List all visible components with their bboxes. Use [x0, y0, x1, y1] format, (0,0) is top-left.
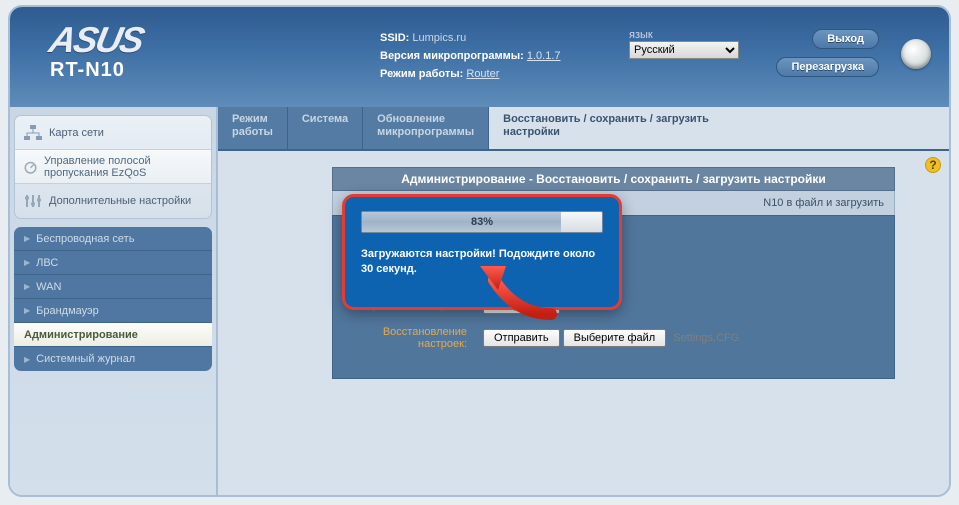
sidebar-item-advanced[interactable]: Дополнительные настройки [15, 184, 211, 218]
language-select[interactable]: Русский [629, 41, 739, 59]
gauge-icon [23, 158, 38, 176]
brand-logo: ASUS [46, 19, 147, 61]
nav-lan[interactable]: ▶ЛВС [14, 251, 212, 275]
fw-version-link[interactable]: 1.0.1.7 [527, 50, 561, 62]
progress-dialog: 83% Загружаются настройки! Подождите око… [342, 194, 622, 310]
choose-file-button[interactable]: Выберите файл [563, 329, 667, 347]
nav-label: Администрирование [24, 329, 138, 341]
nav-label: Беспроводная сеть [36, 233, 134, 245]
assistant-icon[interactable] [901, 39, 931, 69]
tab-firmware-upgrade[interactable]: Обновление микропрограммы [363, 107, 489, 149]
nav-administration[interactable]: ▶Администрирование [14, 323, 212, 347]
nav-wan[interactable]: ▶WAN [14, 275, 212, 299]
sidebar-item-label: Карта сети [49, 127, 104, 139]
nav-label: ЛВС [36, 257, 58, 269]
submit-button[interactable]: Отправить [483, 329, 560, 347]
nav-syslog[interactable]: ▶Системный журнал [14, 347, 212, 371]
progress-message: Загружаются настройки! Подождите около 3… [361, 247, 603, 277]
nav-firewall[interactable]: ▶Брандмауэр [14, 299, 212, 323]
sidebar-item-label: Управление полосой пропускания EzQoS [44, 155, 203, 179]
model-name: RT-N10 [50, 59, 380, 82]
mode-label: Режим работы: [380, 68, 463, 80]
restore-settings-label: Восстановление настроек: [333, 326, 483, 350]
tab-operation-mode[interactable]: Режим работы [218, 107, 288, 149]
lang-label: язык [629, 29, 949, 41]
sidebar-item-ezqos[interactable]: Управление полосой пропускания EzQoS [15, 150, 211, 184]
tab-restore-save-upload[interactable]: Восстановить / сохранить / загрузить нас… [489, 107, 949, 149]
nav-label: WAN [36, 281, 61, 293]
reboot-button[interactable]: Перезагрузка [776, 57, 879, 77]
progress-percent: 83% [362, 212, 602, 232]
panel-title: Администрирование - Восстановить / сохра… [332, 167, 895, 191]
ssid-label: SSID: [380, 32, 409, 44]
sidebar-item-network-map[interactable]: Карта сети [15, 116, 211, 150]
sliders-icon [23, 192, 43, 210]
fw-label: Версия микропрограммы: [380, 50, 524, 62]
logout-button[interactable]: Выход [812, 29, 879, 49]
ssid-value: Lumpics.ru [412, 32, 466, 44]
tab-system[interactable]: Система [288, 107, 363, 149]
help-icon[interactable]: ? [925, 157, 941, 173]
tab-strip: Режим работы Система Обновление микропро… [218, 107, 949, 151]
network-map-icon [23, 124, 43, 142]
progress-bar: 83% [361, 211, 603, 233]
header: ASUS RT-N10 SSID: Lumpics.ru Версия микр… [10, 7, 949, 107]
chosen-file: Settings.CFG [673, 332, 739, 344]
nav-label: Системный журнал [36, 353, 135, 365]
sidebar-item-label: Дополнительные настройки [49, 195, 191, 207]
sidebar: Карта сети Управление полосой пропускани… [10, 107, 218, 495]
nav-label: Брандмауэр [36, 305, 99, 317]
nav-wireless[interactable]: ▶Беспроводная сеть [14, 227, 212, 251]
mode-link[interactable]: Router [466, 68, 499, 80]
